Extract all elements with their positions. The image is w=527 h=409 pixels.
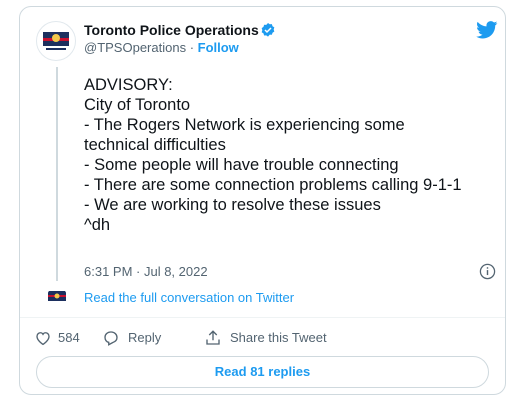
tweet-line: - We are working to resolve these issues xyxy=(84,196,381,214)
police-logo-icon xyxy=(43,32,69,50)
tweet-line: - The Rogers Network is experiencing som… xyxy=(84,116,405,134)
read-replies-button[interactable]: Read 81 replies xyxy=(36,356,489,388)
reply-icon xyxy=(104,331,118,346)
tweet-embed-card: Toronto Police Operations @TPSOperations… xyxy=(19,6,506,395)
thread-line xyxy=(56,67,58,281)
divider xyxy=(20,317,505,318)
tweet-line: City of Toronto xyxy=(84,96,191,114)
author-avatar[interactable] xyxy=(36,21,76,61)
tweet-line: - There are some connection problems cal… xyxy=(84,176,462,194)
author-name[interactable]: Toronto Police Operations xyxy=(84,21,259,39)
like-count: 584 xyxy=(58,330,80,345)
tweet-text: ADVISORY: City of Toronto - The Rogers N… xyxy=(84,75,494,235)
author-handle[interactable]: @TPSOperations xyxy=(84,40,186,55)
follow-link[interactable]: Follow xyxy=(198,40,239,55)
conversation-avatar xyxy=(47,287,67,307)
reply-label: Reply xyxy=(128,330,162,345)
share-icon xyxy=(206,330,220,345)
tweet-line: - Some people will have trouble connecti… xyxy=(84,156,399,174)
tweet-timestamp[interactable]: 6:31 PM · Jul 8, 2022 xyxy=(84,264,208,280)
tweet-line: ^dh xyxy=(84,216,111,234)
tweet-line: technical difficulties xyxy=(84,136,226,154)
share-label: Share this Tweet xyxy=(230,330,327,345)
handle-row: @TPSOperations · Follow xyxy=(84,40,239,56)
police-logo-icon xyxy=(48,291,66,301)
verified-badge-icon xyxy=(261,23,275,37)
separator: · xyxy=(186,40,198,55)
read-conversation-link[interactable]: Read the full conversation on Twitter xyxy=(84,290,294,306)
twitter-bird-icon[interactable] xyxy=(476,21,498,39)
tweet-line: ADVISORY: xyxy=(84,76,173,94)
info-icon[interactable] xyxy=(479,263,496,280)
heart-icon xyxy=(36,332,50,346)
